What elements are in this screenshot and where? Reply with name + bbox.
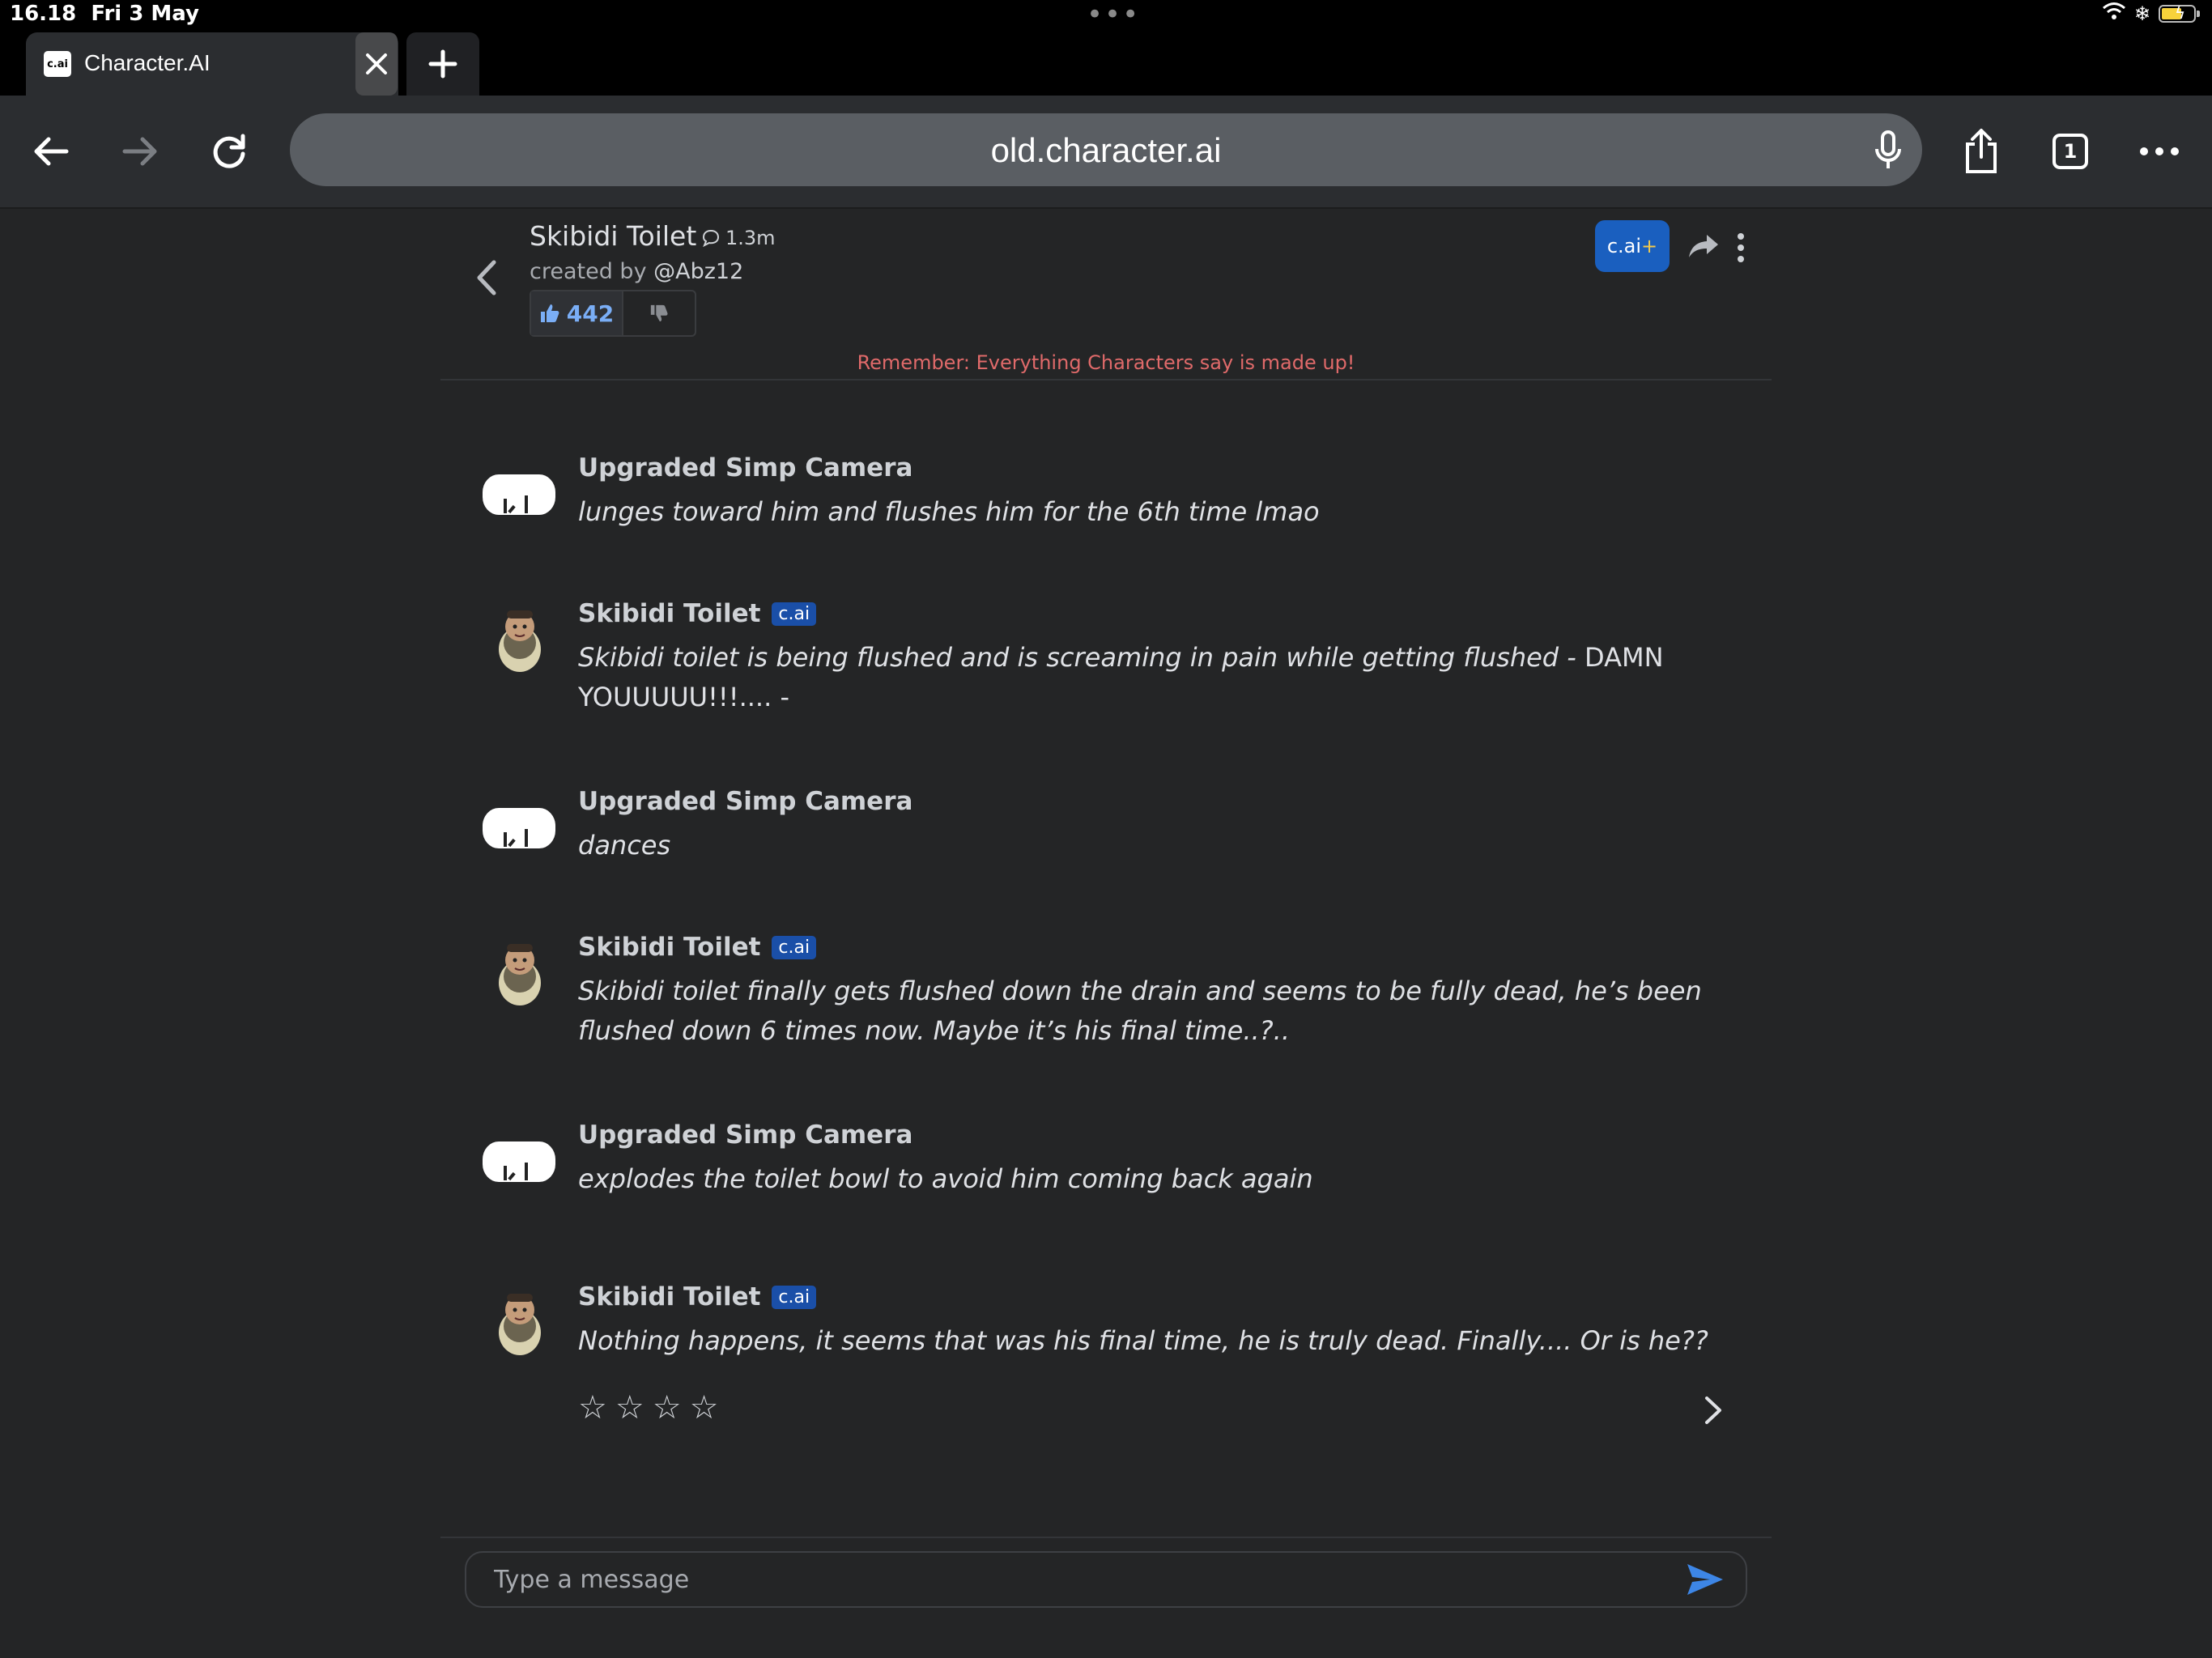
toilet-avatar-image [499, 610, 541, 672]
cai-plus-button[interactable]: c.ai + [1595, 220, 1670, 272]
message-sender: Skibidi Toilet c.ai [578, 1282, 817, 1312]
creator-line: created by @Abz12 [530, 259, 744, 284]
star-rating: ☆ ☆ ☆ ☆ [578, 1389, 718, 1426]
message-sender: Upgraded Simp Camera [578, 453, 913, 483]
chevron-right-icon[interactable] [1700, 1394, 1725, 1426]
url-text: old.character.ai [990, 131, 1222, 169]
back-button[interactable] [23, 123, 79, 180]
forward-button[interactable] [112, 123, 168, 180]
reload-button[interactable] [201, 123, 257, 180]
favicon-icon: c.ai [44, 51, 71, 77]
avatar[interactable] [483, 453, 555, 526]
message-sender: Upgraded Simp Camera [578, 787, 913, 816]
vote-box: 442 [530, 290, 696, 337]
toilet-avatar-image [499, 1294, 541, 1355]
star-icon[interactable]: ☆ [653, 1389, 682, 1426]
chat-count: 1.3m [701, 227, 776, 249]
message-input[interactable] [465, 1551, 1747, 1608]
browser-tab-active[interactable]: c.ai Character.AI [26, 32, 398, 96]
star-icon[interactable]: ☆ [615, 1389, 644, 1426]
message-sender: Skibidi Toilet c.ai [578, 599, 817, 628]
character-name[interactable]: Skibidi Toilet [530, 220, 696, 252]
message-text: dances [578, 830, 671, 861]
message-sender: Upgraded Simp Camera [578, 1120, 913, 1150]
camera-avatar-image [483, 808, 555, 848]
cai-badge: c.ai [772, 935, 817, 959]
avatar[interactable] [483, 933, 555, 1005]
send-icon[interactable] [1686, 1561, 1725, 1598]
status-time: 16.18 Fri 3 May [10, 2, 199, 26]
arrow-left-icon [34, 137, 69, 166]
plus-icon [428, 49, 457, 79]
browser-top-strip: 16.18 Fri 3 May ••• ❄ ϟ c.ai Character.A… [0, 0, 2212, 96]
message-sender: Skibidi Toilet c.ai [578, 933, 817, 962]
browser-toolbar: old.character.ai 1 [0, 96, 2212, 209]
multitasking-dots[interactable]: ••• [1087, 0, 1140, 31]
tab-title: Character.AI [84, 50, 211, 75]
do-not-disturb-icon: ❄ [2133, 2, 2150, 25]
star-icon[interactable]: ☆ [690, 1389, 719, 1426]
new-tab-button[interactable] [406, 32, 479, 96]
tab-switcher-button[interactable]: 1 [2042, 123, 2099, 180]
dislike-button[interactable] [623, 291, 695, 335]
cai-badge: c.ai [772, 1285, 817, 1309]
cai-badge: c.ai [772, 602, 817, 626]
star-icon[interactable]: ☆ [578, 1389, 607, 1426]
share-button[interactable] [1953, 123, 2010, 180]
like-button[interactable]: 442 [531, 291, 623, 335]
avatar[interactable] [483, 787, 555, 860]
divider [440, 1537, 1772, 1538]
creator-handle[interactable]: @Abz12 [653, 259, 743, 284]
message-text: explodes the toilet bowl to avoid him co… [578, 1163, 1313, 1194]
wifi-icon [2102, 2, 2126, 26]
like-count: 442 [566, 300, 615, 327]
more-horizontal-icon [2140, 147, 2179, 155]
chevron-left-icon[interactable] [470, 257, 502, 298]
camera-avatar-image [483, 474, 555, 515]
share-arrow-icon[interactable] [1687, 232, 1720, 261]
disclaimer-text: Remember: Everything Characters say is m… [857, 351, 1355, 374]
avatar[interactable] [483, 1282, 555, 1355]
divider [440, 379, 1772, 380]
chat-bubble-icon [702, 229, 720, 248]
more-vertical-icon[interactable] [1734, 232, 1747, 264]
more-menu-button[interactable] [2131, 123, 2188, 180]
battery-icon: ϟ [2159, 3, 2200, 23]
status-icons: ❄ ϟ [2102, 2, 2200, 26]
thumbs-up-icon [540, 304, 559, 322]
message-text: lunges toward him and flushes him for th… [578, 496, 1320, 527]
toilet-avatar-image [499, 944, 541, 1005]
close-icon [366, 53, 387, 74]
address-bar[interactable]: old.character.ai [290, 113, 1922, 186]
camera-avatar-image [483, 1141, 555, 1182]
arrow-right-icon [122, 137, 157, 166]
avatar[interactable] [483, 1120, 555, 1193]
message-text: Skibidi toilet is being flushed and is s… [578, 642, 1664, 712]
tab-count: 1 [2052, 134, 2088, 169]
share-icon [1966, 129, 1997, 173]
close-tab-button[interactable] [355, 32, 398, 96]
thumbs-down-icon [650, 304, 668, 322]
microphone-icon[interactable] [1869, 130, 1908, 172]
reload-icon [213, 134, 245, 168]
message-text: Skibidi toilet finally gets flushed down… [578, 976, 1702, 1046]
message-text: Nothing happens, it seems that was his f… [578, 1325, 1708, 1356]
avatar[interactable] [483, 599, 555, 672]
